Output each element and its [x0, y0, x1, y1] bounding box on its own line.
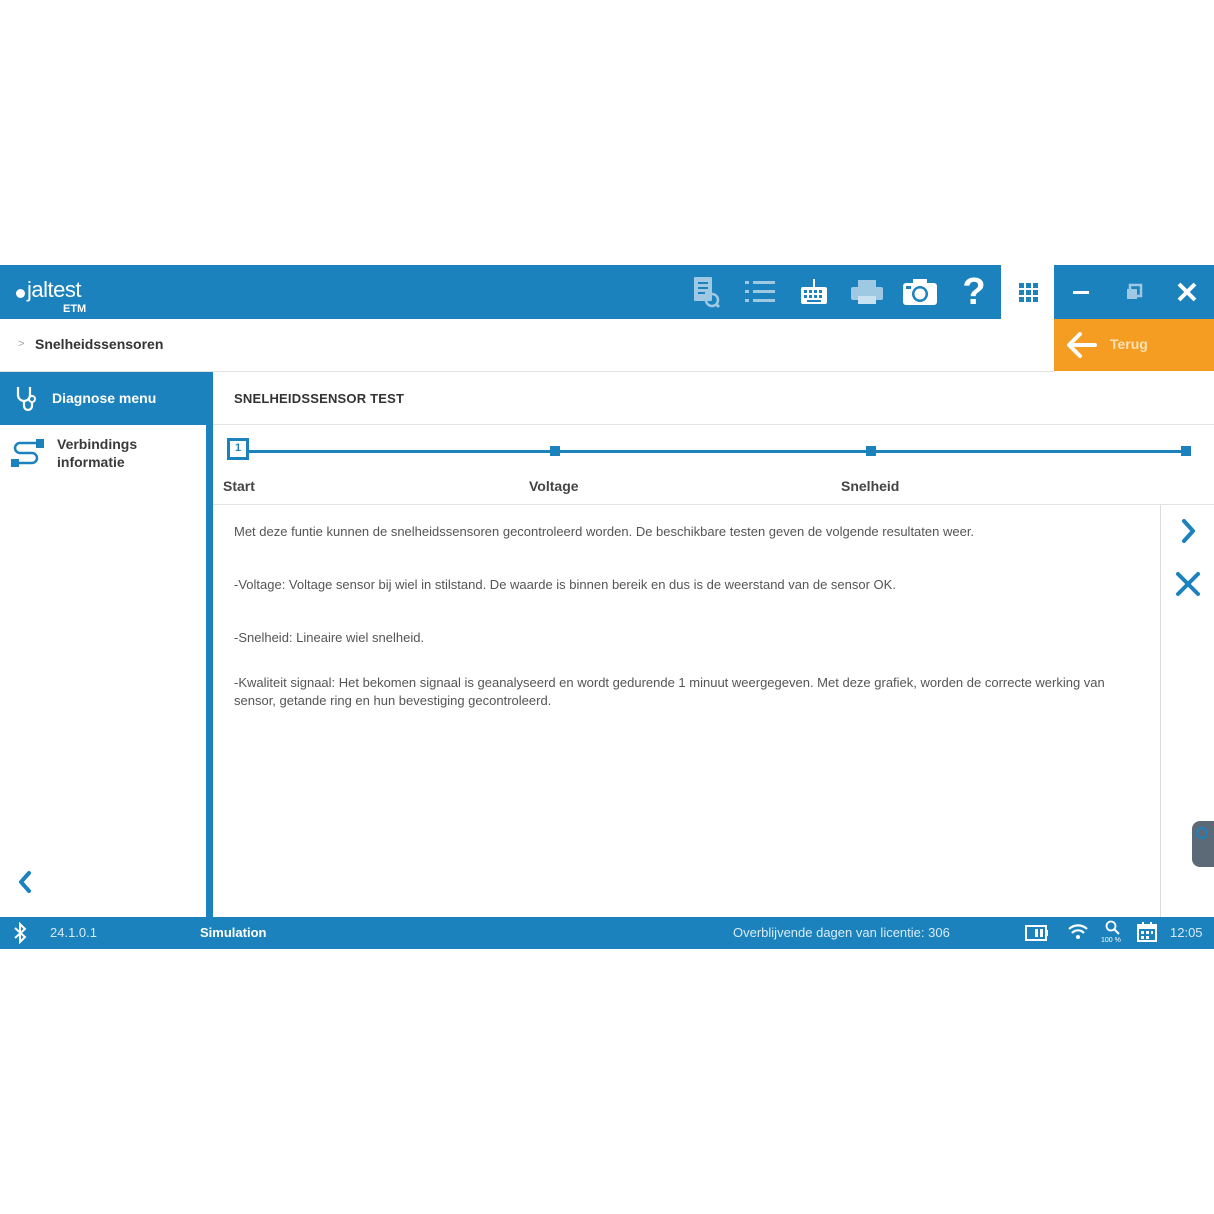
mode-label: Simulation	[200, 925, 267, 940]
bluetooth-icon	[14, 922, 27, 944]
magnifier-icon	[1105, 920, 1120, 935]
step-label-voltage: Voltage	[529, 478, 579, 494]
sidebar-item-label: Verbindings informatie	[57, 436, 138, 470]
next-chevron-icon[interactable]	[1171, 514, 1205, 548]
chevron-right-icon: >	[18, 338, 25, 350]
back-button-label: Terug	[1110, 336, 1148, 352]
status-bar: 24.1.0.1 Simulation Overblijvende dagen …	[0, 917, 1214, 949]
wifi-icon	[1068, 924, 1088, 939]
document-search-icon[interactable]	[684, 271, 728, 313]
logo-sub: ETM	[63, 303, 87, 315]
keyboard-icon[interactable]	[792, 271, 836, 313]
step-marker	[550, 446, 560, 456]
app-window: jaltest ETM ? > Snelheidssensoren Terug …	[0, 265, 1214, 949]
help-icon[interactable]: ?	[952, 271, 996, 313]
step-marker	[866, 446, 876, 456]
description-paragraph: -Snelheid: Lineaire wiel snelheid.	[234, 630, 425, 645]
clock-label: 12:05	[1170, 925, 1203, 940]
printer-icon[interactable]	[845, 271, 889, 313]
calendar-icon	[1137, 922, 1157, 942]
test-stepper: 1 Start Voltage Snelheid	[213, 425, 1214, 505]
breadcrumb: > Snelheidssensoren	[0, 319, 1054, 372]
camera-icon[interactable]	[898, 271, 942, 313]
sidebar-item-label: Diagnose menu	[52, 390, 157, 406]
zoom-indicator[interactable]: 100 %	[1101, 920, 1127, 948]
back-button[interactable]: Terug	[1054, 319, 1214, 371]
version-label: 24.1.0.1	[50, 925, 97, 940]
stepper-line	[239, 450, 1187, 453]
page-title-bar: SNELHEIDSSENSOR TEST	[213, 372, 1214, 425]
license-label: Overblijvende dagen van licentie: 306	[733, 925, 950, 940]
restore-icon[interactable]	[1107, 265, 1160, 319]
zoom-label: 100 %	[1101, 937, 1121, 944]
sidebar-divider	[206, 372, 213, 917]
sidebar-item-verbindings-informatie[interactable]: Verbindings informatie	[0, 425, 206, 481]
side-drawer-handle[interactable]	[1192, 821, 1214, 867]
description-paragraph: Met deze funtie kunnen de snelheidssenso…	[234, 524, 975, 539]
logo-name: jaltest	[27, 277, 81, 302]
sidebar-item-diagnose-menu[interactable]: Diagnose menu	[0, 372, 213, 425]
main-panel: SNELHEIDSSENSOR TEST 1 Start Voltage Sne…	[213, 372, 1214, 917]
description-panel: Met deze funtie kunnen de snelheidssenso…	[213, 505, 1161, 917]
breadcrumb-current: Snelheidssensoren	[35, 336, 164, 352]
step-label-start: Start	[223, 478, 255, 494]
step-current: 1	[227, 438, 249, 460]
description-paragraph: -Kwaliteit signaal: Het bekomen signaal …	[234, 675, 1105, 708]
description-paragraph: -Voltage: Voltage sensor bij wiel in sti…	[234, 577, 896, 592]
list-icon[interactable]	[738, 271, 782, 313]
step-marker	[1181, 446, 1191, 456]
step-label-snelheid: Snelheid	[841, 478, 900, 494]
battery-icon	[1025, 925, 1048, 941]
chevron-left-icon[interactable]	[14, 869, 36, 895]
sidebar: Diagnose menu Verbindings informatie	[0, 372, 213, 917]
apps-grid-icon[interactable]	[1001, 265, 1054, 319]
close-icon[interactable]	[1160, 265, 1213, 319]
minimize-icon[interactable]	[1054, 265, 1107, 319]
window-controls	[1054, 265, 1214, 319]
page-title: SNELHEIDSSENSOR TEST	[234, 391, 405, 406]
cancel-x-icon[interactable]	[1171, 567, 1205, 601]
top-toolbar: jaltest ETM ?	[0, 265, 1001, 319]
